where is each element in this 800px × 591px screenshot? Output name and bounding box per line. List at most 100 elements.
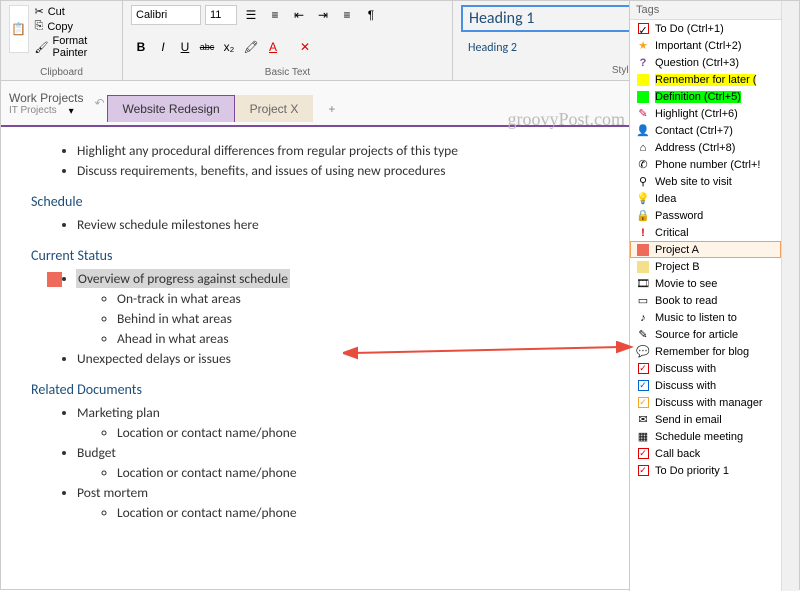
tag-item-idea[interactable]: 💡 Idea xyxy=(630,190,781,207)
bullet-item[interactable]: Discuss requirements, benefits, and issu… xyxy=(77,162,601,179)
tag-item-critical[interactable]: !Critical xyxy=(630,224,781,241)
tag-label: Discuss with manager xyxy=(655,397,763,409)
document-area[interactable]: Highlight any procedural differences fro… xyxy=(1,127,631,587)
font-name-select[interactable]: Calibri xyxy=(131,5,201,25)
bullet-item[interactable]: On-track in what areas xyxy=(117,290,601,307)
clipboard-label: Clipboard xyxy=(9,65,114,78)
tag-label: To Do priority 1 xyxy=(655,465,729,477)
italic-button[interactable]: I xyxy=(153,37,173,57)
tag-label: Important (Ctrl+2) xyxy=(655,40,742,52)
strike-button[interactable]: abc xyxy=(197,37,217,57)
bullet-item[interactable]: Location or contact name/phone xyxy=(117,424,601,441)
comment-icon: 💬 xyxy=(636,345,650,359)
font-color-button[interactable]: A xyxy=(263,37,283,57)
tag-item-source-for-article[interactable]: ✎Source for article xyxy=(630,326,781,343)
underline-button[interactable]: U xyxy=(175,37,195,57)
tag-item-project-b[interactable]: Project B xyxy=(630,258,781,275)
selected-text[interactable]: Overview of progress against schedule xyxy=(76,269,290,288)
bullet-item[interactable]: Ahead in what areas xyxy=(117,330,601,347)
tab-add-button[interactable]: + xyxy=(313,95,343,122)
bullet-item[interactable]: Location or contact name/phone xyxy=(117,504,601,521)
section-related-documents[interactable]: Related Documents xyxy=(31,381,601,398)
bullet-item[interactable]: Budget Location or contact name/phone xyxy=(77,444,601,481)
tag-item-to-do-ctrl-1[interactable]: ✓To Do (Ctrl+1) xyxy=(630,20,781,37)
tag-item-definition-ctrl-5[interactable]: Definition (Ctrl+5) xyxy=(630,88,781,105)
tag-label: Remember for later ( xyxy=(655,74,756,86)
hl-yellow-icon xyxy=(636,73,650,87)
mail-icon: ✉ xyxy=(636,413,650,427)
bullets-button[interactable]: ☰ xyxy=(241,5,261,25)
align-button[interactable]: ≡ xyxy=(337,5,357,25)
tag-indicator-project-a xyxy=(47,272,62,287)
tag-label: Idea xyxy=(655,193,676,205)
bullet-item[interactable]: Location or contact name/phone xyxy=(117,464,601,481)
tag-item-call-back[interactable]: ✓Call back xyxy=(630,445,781,462)
notebook-title: Work Projects xyxy=(1,89,91,105)
tag-item-remember-for-blog[interactable]: 💬Remember for blog xyxy=(630,343,781,360)
bulb-icon: 💡 xyxy=(636,192,650,206)
numbering-button[interactable]: ≡ xyxy=(265,5,285,25)
tag-item-highlight-ctrl-6[interactable]: ✎Highlight (Ctrl+6) xyxy=(630,105,781,122)
tag-item-music-to-listen-to[interactable]: ♪ Music to listen to xyxy=(630,309,781,326)
tag-label: Send in email xyxy=(655,414,722,426)
nav-back-icon[interactable]: ↶ xyxy=(91,96,107,110)
tag-label: Book to read xyxy=(655,295,717,307)
tag-item-movie-to-see[interactable]: 🎞Movie to see xyxy=(630,275,781,292)
tags-list[interactable]: ✓To Do (Ctrl+1)★Important (Ctrl+2)?Quest… xyxy=(630,20,781,479)
copy-button[interactable]: ⎘Copy xyxy=(35,20,114,33)
bullet-item[interactable]: Unexpected delays or issues xyxy=(77,350,601,367)
tag-label: Music to listen to xyxy=(655,312,737,324)
tag-item-web-site-to-visit[interactable]: ⚲Web site to visit xyxy=(630,173,781,190)
basic-text-label: Basic Text xyxy=(131,65,444,78)
indent-button[interactable]: ⇥ xyxy=(313,5,333,25)
subscript-button[interactable]: x₂ xyxy=(219,37,239,57)
scissors-icon: ✂ xyxy=(35,5,44,18)
bullet-item[interactable]: Review schedule milestones here xyxy=(77,216,601,233)
scrollbar[interactable] xyxy=(781,1,799,591)
tag-item-address-ctrl-8[interactable]: ⌂Address (Ctrl+8) xyxy=(630,139,781,156)
music-icon: ♪ xyxy=(636,311,650,325)
bullet-item[interactable]: Marketing plan Location or contact name/… xyxy=(77,404,601,441)
tag-item-send-in-email[interactable]: ✉ Send in email xyxy=(630,411,781,428)
format-painter-button[interactable]: 🖌Format Painter xyxy=(35,35,114,59)
paste-button[interactable]: 📋 xyxy=(9,5,29,53)
tag-item-remember-for-later[interactable]: Remember for later ( xyxy=(630,71,781,88)
tag-item-important-ctrl-2[interactable]: ★Important (Ctrl+2) xyxy=(630,37,781,54)
highlight-button[interactable]: 🖍 xyxy=(241,37,261,57)
home-icon: ⌂ xyxy=(636,141,650,155)
tag-item-schedule-meeting[interactable]: ▦Schedule meeting xyxy=(630,428,781,445)
tag-item-book-to-read[interactable]: ▭ Book to read xyxy=(630,292,781,309)
check-r-icon: ✓ xyxy=(636,362,650,376)
tag-item-password[interactable]: 🔒Password xyxy=(630,207,781,224)
clear-format-button[interactable]: ✕ xyxy=(295,37,315,57)
tab-website-redesign[interactable]: Website Redesign xyxy=(107,95,234,122)
clipboard-group: 📋 ✂Cut ⎘Copy 🖌Format Painter Clipboard xyxy=(1,1,123,80)
notebook-selector[interactable]: Work Projects IT Projects▾ xyxy=(1,89,91,118)
tag-label: Source for article xyxy=(655,329,738,341)
tab-project-x[interactable]: Project X xyxy=(235,95,314,122)
book-icon: ▭ xyxy=(636,294,650,308)
paragraph-mark-button[interactable]: ¶ xyxy=(361,5,381,25)
outdent-button[interactable]: ⇤ xyxy=(289,5,309,25)
bullet-item[interactable]: Highlight any procedural differences fro… xyxy=(77,142,601,159)
bullet-tagged-item[interactable]: Overview of progress against schedule On… xyxy=(77,270,601,347)
tag-item-question-ctrl-3[interactable]: ?Question (Ctrl+3) xyxy=(630,54,781,71)
bullet-item[interactable]: Post mortem Location or contact name/pho… xyxy=(77,484,601,521)
cut-button[interactable]: ✂Cut xyxy=(35,5,114,18)
tag-item-phone-number-ctrl[interactable]: ✆Phone number (Ctrl+! xyxy=(630,156,781,173)
tags-panel-title: Tags xyxy=(630,1,781,20)
tag-item-project-a[interactable]: Project A xyxy=(630,241,781,258)
font-size-select[interactable]: 11 xyxy=(205,5,237,25)
tag-item-discuss-with-person[interactable]: ✓Discuss with xyxy=(630,377,781,394)
chevron-down-icon: ▾ xyxy=(65,106,78,117)
tag-item-contact-ctrl-7[interactable]: 👤Contact (Ctrl+7) xyxy=(630,122,781,139)
bullet-item[interactable]: Behind in what areas xyxy=(117,310,601,327)
section-current-status[interactable]: Current Status xyxy=(31,247,601,264)
section-schedule[interactable]: Schedule xyxy=(31,193,601,210)
tag-item-discuss-with-person[interactable]: ✓Discuss with xyxy=(630,360,781,377)
pen-icon: ✎ xyxy=(636,107,650,121)
tag-item-discuss-with-manager[interactable]: ✓Discuss with manager xyxy=(630,394,781,411)
bold-button[interactable]: B xyxy=(131,37,151,57)
tag-item-to-do-priority-1[interactable]: ✓To Do priority 1 xyxy=(630,462,781,479)
check-r-icon: ✓ xyxy=(636,447,650,461)
